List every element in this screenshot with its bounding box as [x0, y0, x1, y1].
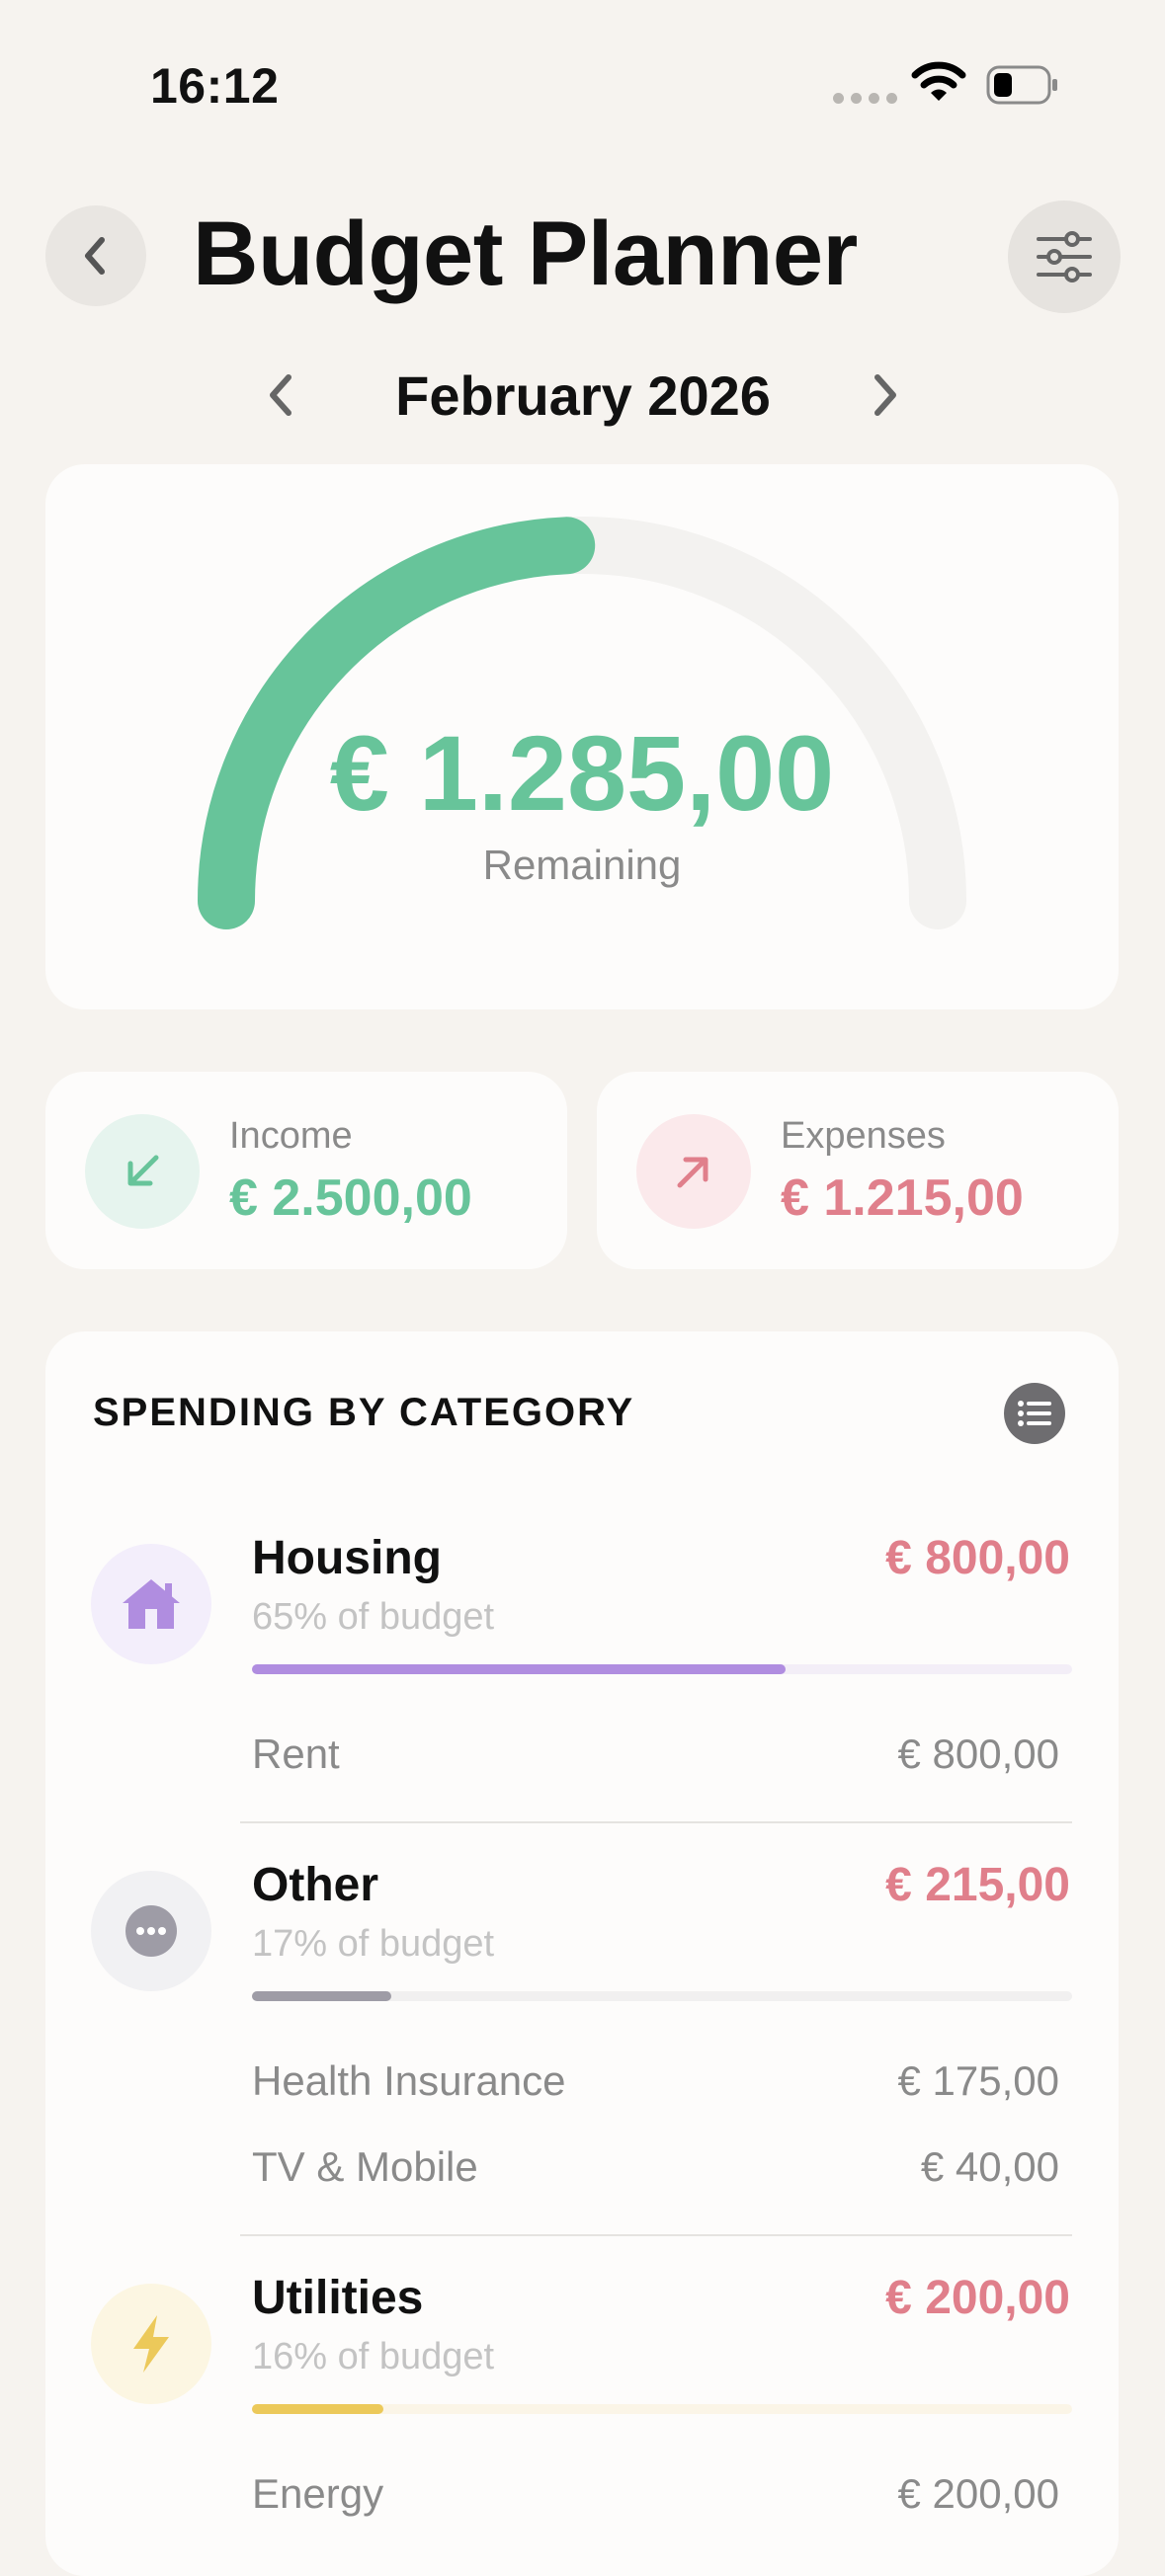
sliders-icon [1037, 231, 1092, 282]
back-button[interactable] [45, 205, 146, 306]
expenses-value: € 1.215,00 [781, 1169, 1024, 1227]
budget-progress-utilities [252, 2404, 1072, 2414]
filter-button[interactable] [1008, 201, 1121, 313]
budget-progress-fill-utilities [252, 2404, 383, 2414]
ellipsis-icon [125, 1905, 177, 1957]
income-label: Income [229, 1115, 353, 1157]
lightning-icon [133, 2315, 169, 2373]
item-name-health-insurance: Health Insurance [252, 2057, 566, 2104]
category-icon-utilities [91, 2284, 211, 2404]
arrow-up-right-icon [636, 1114, 751, 1229]
house-icon [123, 1579, 180, 1629]
divider [240, 1821, 1072, 1823]
list-icon [1018, 1401, 1051, 1426]
budget-progress-fill-housing [252, 1664, 786, 1674]
expenses-card[interactable]: Expenses € 1.215,00 [597, 1072, 1119, 1269]
category-percent-housing: 65% of budget [252, 1596, 495, 1638]
page-title: Budget Planner [193, 203, 858, 304]
category-amount-utilities: € 200,00 [885, 2272, 1070, 2324]
category-amount-housing: € 800,00 [885, 1532, 1070, 1584]
section-heading: SPENDING BY CATEGORY [93, 1391, 635, 1434]
budget-progress-other [252, 1991, 1072, 2001]
current-month: February 2026 [395, 364, 771, 427]
previous-month-button[interactable] [259, 365, 304, 425]
item-amount-tv-mobile: € 40,00 [920, 2143, 1059, 2190]
category-amount-other: € 215,00 [885, 1859, 1070, 1911]
cellular-signal-icon [833, 93, 897, 104]
category-percent-utilities: 16% of budget [252, 2336, 495, 2377]
income-value: € 2.500,00 [229, 1169, 472, 1227]
next-month-button[interactable] [862, 365, 907, 425]
divider [240, 2234, 1072, 2236]
item-name-rent: Rent [252, 1731, 340, 1777]
item-amount-energy: € 200,00 [897, 2470, 1060, 2517]
item-amount-health-insurance: € 175,00 [897, 2057, 1060, 2104]
budget-progress-fill-other [252, 1991, 392, 2001]
remaining-amount: € 1.285,00 [329, 713, 835, 833]
category-percent-other: 17% of budget [252, 1923, 495, 1965]
item-name-energy: Energy [252, 2470, 384, 2517]
budget-progress-housing [252, 1664, 1072, 1674]
category-name-housing: Housing [252, 1532, 442, 1584]
arrow-down-left-icon [85, 1114, 200, 1229]
income-card[interactable]: Income € 2.500,00 [45, 1072, 567, 1269]
category-name-other: Other [252, 1859, 379, 1911]
list-view-button[interactable] [1004, 1383, 1065, 1444]
status-time: 16:12 [150, 58, 280, 114]
expenses-label: Expenses [781, 1115, 946, 1157]
wifi-icon [911, 61, 966, 101]
remaining-label: Remaining [482, 842, 682, 888]
item-amount-rent: € 800,00 [897, 1731, 1060, 1777]
chevron-left-icon [85, 237, 105, 275]
battery-icon [986, 65, 1057, 105]
item-name-tv-mobile: TV & Mobile [252, 2143, 478, 2190]
category-icon-housing [91, 1544, 211, 1664]
category-name-utilities: Utilities [252, 2272, 424, 2324]
category-icon-other [91, 1871, 211, 1991]
